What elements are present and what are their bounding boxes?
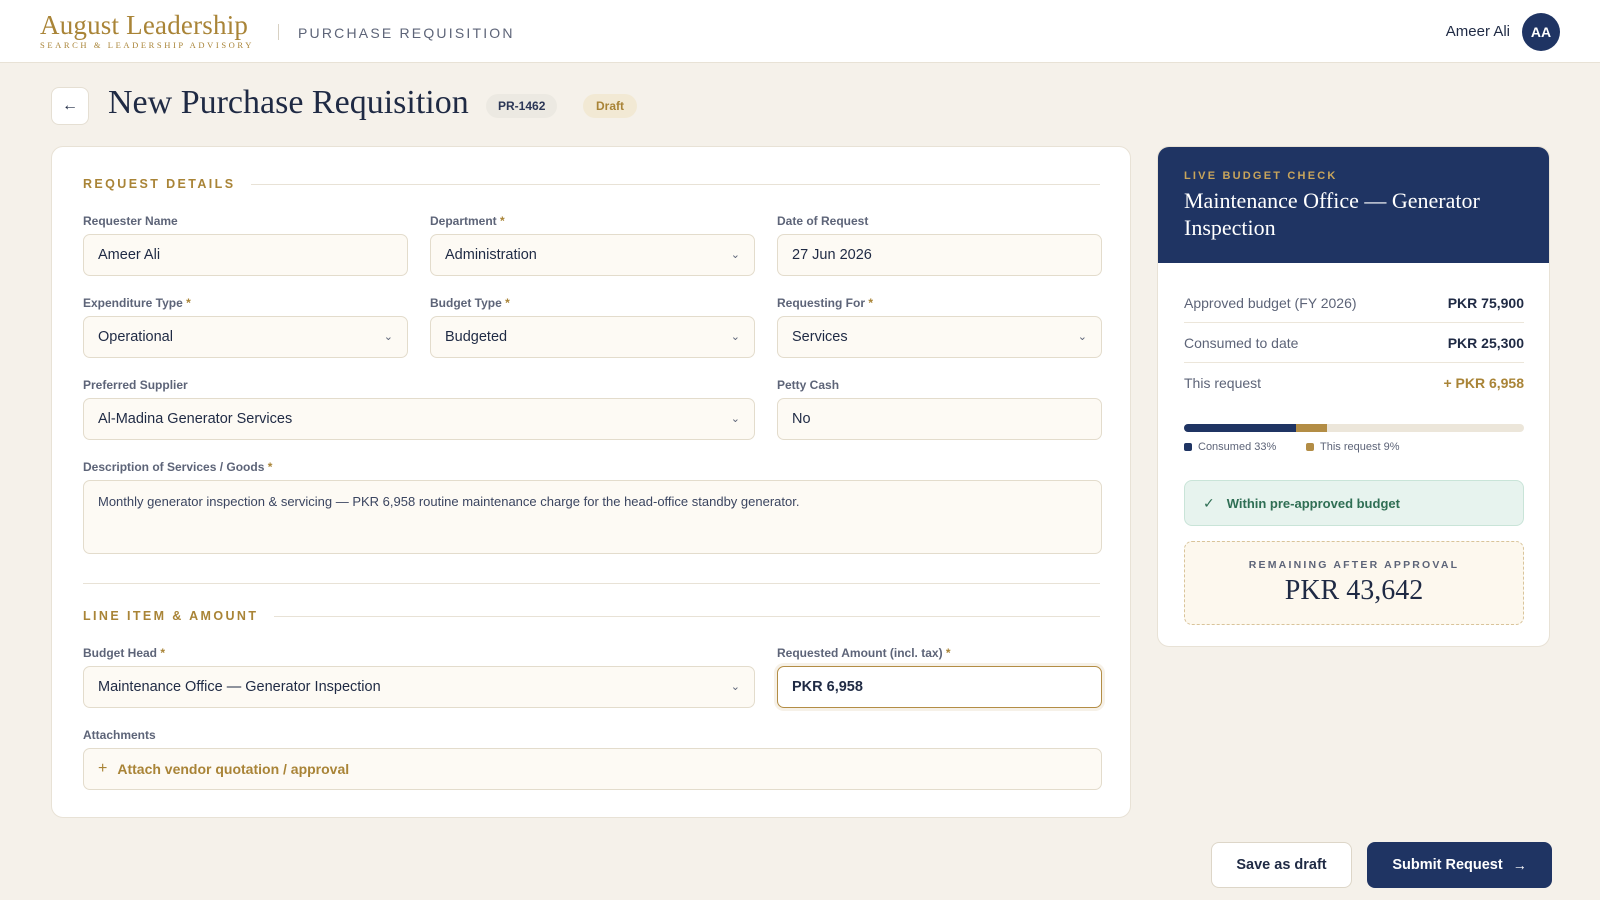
expenditure-type-select[interactable]: Operational ⌄ — [83, 316, 408, 358]
budget-type-select[interactable]: Budgeted ⌄ — [430, 316, 755, 358]
budget-eyebrow: LIVE BUDGET CHECK — [1184, 170, 1338, 182]
approved-budget-row: Approved budget (FY 2026) PKR 75,900 — [1184, 283, 1524, 323]
header-divider — [278, 24, 279, 40]
attach-file-button[interactable]: + Attach vendor quotation / approval — [83, 748, 1102, 790]
plus-icon: + — [98, 760, 108, 777]
user-name[interactable]: Ameer Ali — [1446, 23, 1510, 40]
save-draft-button[interactable]: Save as draft — [1211, 842, 1352, 888]
budget-head-title: Maintenance Office — Generator Inspectio… — [1184, 188, 1480, 240]
company-logo[interactable]: August Leadership SEARCH & LEADERSHIP AD… — [40, 11, 254, 50]
remaining-budget-box: REMAINING AFTER APPROVAL PKR 43,642 — [1184, 541, 1524, 625]
chevron-down-icon: ⌄ — [730, 681, 740, 693]
chevron-down-icon: ⌄ — [730, 413, 740, 425]
section-rule — [274, 615, 1100, 617]
legend-swatch — [1306, 443, 1314, 451]
budget-head-label: Budget Head * — [83, 646, 166, 660]
logo-tagline: SEARCH & LEADERSHIP ADVISORY — [40, 40, 254, 50]
requisition-id-badge: PR-1462 — [486, 94, 558, 118]
legend-consumed: Consumed 33% — [1184, 441, 1276, 453]
section-title: REQUEST DETAILS — [83, 177, 236, 191]
line-item-heading: LINE ITEM & AMOUNT — [83, 609, 1100, 623]
chevron-down-icon: ⌄ — [1077, 331, 1087, 343]
budget-head-select[interactable]: Maintenance Office — Generator Inspectio… — [83, 666, 755, 708]
section-rule — [251, 183, 1100, 185]
expenditure-type-label: Expenditure Type * — [83, 296, 191, 310]
date-of-request-label: Date of Request — [777, 214, 869, 228]
attachments-label: Attachments — [83, 728, 156, 742]
back-button[interactable]: ← — [51, 87, 89, 125]
check-icon: ✓ — [1203, 494, 1215, 511]
top-bar: August Leadership SEARCH & LEADERSHIP AD… — [0, 0, 1600, 63]
consumed-bar-fill — [1184, 424, 1297, 432]
consumed-row: Consumed to date PKR 25,300 — [1184, 323, 1524, 363]
arrow-left-icon: ← — [62, 97, 78, 114]
chevron-down-icon: ⌄ — [730, 331, 740, 343]
module-name: PURCHASE REQUISITION — [298, 25, 515, 41]
requesting-for-label: Requesting For * — [777, 296, 874, 310]
section-title: LINE ITEM & AMOUNT — [83, 609, 259, 623]
request-details-heading: REQUEST DETAILS — [83, 177, 1100, 191]
legend-swatch — [1184, 443, 1192, 451]
department-select[interactable]: Administration ⌄ — [430, 234, 755, 276]
requested-amount-input[interactable]: PKR 6,958 — [777, 666, 1102, 708]
avatar[interactable]: AA — [1522, 13, 1560, 51]
requesting-for-select[interactable]: Services ⌄ — [777, 316, 1102, 358]
this-request-row: This request + PKR 6,958 — [1184, 375, 1524, 391]
page-title: New Purchase Requisition — [108, 84, 469, 121]
budget-status-banner: ✓ Within pre-approved budget — [1184, 480, 1524, 526]
date-of-request-input[interactable]: 27 Jun 2026 — [777, 234, 1102, 276]
requisition-form: REQUEST DETAILS Requester Name Ameer Ali… — [51, 146, 1131, 818]
arrow-right-icon: → — [1512, 857, 1527, 873]
logo-wordmark: August Leadership — [40, 10, 249, 40]
submit-request-button[interactable]: Submit Request → — [1367, 842, 1552, 888]
remaining-value: PKR 43,642 — [1284, 575, 1424, 606]
budget-check-panel: LIVE BUDGET CHECK Maintenance Office — G… — [1157, 146, 1550, 647]
preferred-supplier-label: Preferred Supplier — [83, 378, 188, 392]
requester-name-input[interactable]: Ameer Ali — [83, 234, 408, 276]
description-label: Description of Services / Goods * — [83, 460, 273, 474]
chevron-down-icon: ⌄ — [730, 249, 740, 261]
petty-cash-label: Petty Cash — [777, 378, 840, 392]
department-label: Department * — [430, 214, 505, 228]
requester-name-label: Requester Name — [83, 214, 178, 228]
request-bar-fill — [1296, 424, 1327, 432]
budget-panel-header: LIVE BUDGET CHECK Maintenance Office — G… — [1158, 147, 1549, 263]
description-textarea[interactable]: Monthly generator inspection & servicing… — [83, 480, 1102, 554]
budget-progress-bar — [1184, 424, 1524, 432]
requested-amount-label: Requested Amount (incl. tax) * — [777, 646, 951, 660]
budget-type-label: Budget Type * — [430, 296, 510, 310]
remaining-label: REMAINING AFTER APPROVAL — [1248, 559, 1460, 571]
petty-cash-input[interactable]: No — [777, 398, 1102, 440]
status-badge: Draft — [583, 94, 638, 118]
chevron-down-icon: ⌄ — [383, 331, 393, 343]
preferred-supplier-select[interactable]: Al-Madina Generator Services ⌄ — [83, 398, 755, 440]
legend-request: This request 9% — [1306, 441, 1399, 453]
section-divider — [83, 583, 1100, 584]
